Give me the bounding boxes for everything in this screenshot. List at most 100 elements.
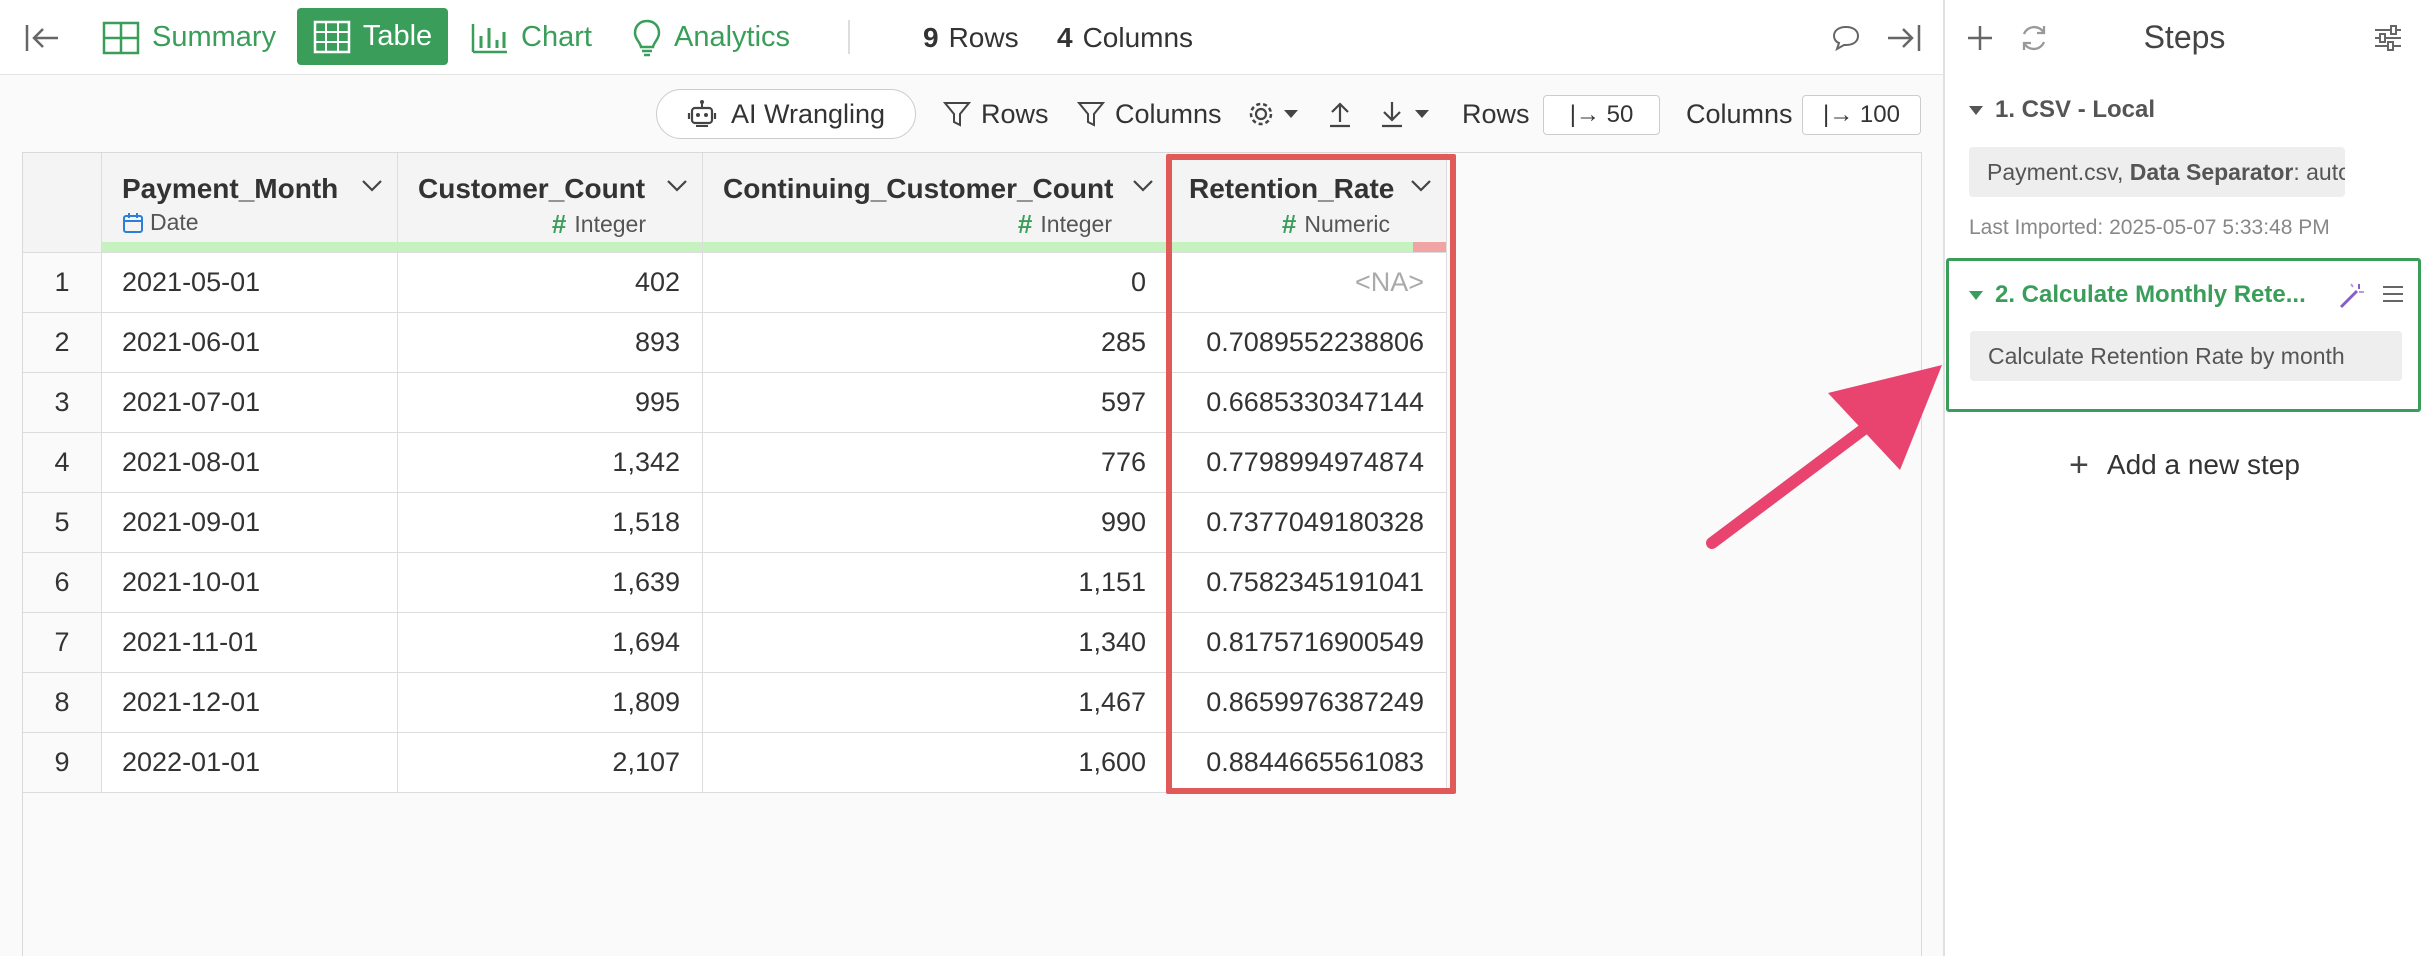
cell-customer-count[interactable]: 995: [398, 373, 703, 433]
chevron-down-icon[interactable]: [361, 179, 383, 193]
cell-continuing-customer-count[interactable]: 1,467: [703, 673, 1169, 733]
tab-analytics[interactable]: Analytics: [632, 0, 790, 75]
step-1-last-imported: Last Imported: 2025-05-07 5:33:48 PM: [1969, 216, 2330, 239]
cell-customer-count[interactable]: 1,809: [398, 673, 703, 733]
cell-payment-month[interactable]: 2021-07-01: [102, 373, 398, 433]
collapse-left-icon[interactable]: [24, 0, 60, 75]
cell-continuing-customer-count[interactable]: 776: [703, 433, 1169, 493]
cell-payment-month[interactable]: 2021-11-01: [102, 613, 398, 673]
cell-payment-month[interactable]: 2021-09-01: [102, 493, 398, 553]
cell-payment-month[interactable]: 2021-05-01: [102, 253, 398, 313]
settings-dropdown[interactable]: [1247, 76, 1309, 152]
ai-wrangling-button[interactable]: AI Wrangling: [656, 89, 916, 139]
cell-continuing-customer-count[interactable]: 990: [703, 493, 1169, 553]
tab-summary[interactable]: Summary: [102, 0, 276, 75]
cell-retention-rate[interactable]: 0.7582345191041: [1169, 553, 1447, 613]
row-index[interactable]: 1: [23, 253, 102, 313]
settings-sliders-icon[interactable]: [2373, 0, 2403, 75]
column-header-payment-month[interactable]: Payment_Month Date: [102, 153, 398, 253]
columns-limit-button[interactable]: |→ 100: [1802, 95, 1921, 135]
row-index[interactable]: 5: [23, 493, 102, 553]
cell-retention-rate[interactable]: 0.8659976387249: [1169, 673, 1447, 733]
cell-customer-count[interactable]: 1,694: [398, 613, 703, 673]
step-2-details[interactable]: Calculate Retention Rate by month: [1970, 331, 2402, 381]
cell-customer-count[interactable]: 1,342: [398, 433, 703, 493]
row-count-label: Rows: [948, 21, 1019, 53]
step-1-header[interactable]: 1. CSV - Local: [1969, 96, 2155, 124]
column-name: Payment_Month: [122, 173, 339, 204]
cell-retention-rate[interactable]: 0.6685330347144: [1169, 373, 1447, 433]
columns-filter-label: Columns: [1115, 98, 1222, 129]
cell-payment-month[interactable]: 2022-01-01: [102, 733, 398, 793]
chevron-down-icon[interactable]: [1410, 179, 1432, 193]
step-1-title: 1. CSV - Local: [1995, 96, 2156, 123]
row-index[interactable]: 3: [23, 373, 102, 433]
collapse-triangle-icon[interactable]: [1969, 105, 1983, 115]
step-2-card[interactable]: 2. Calculate Monthly Rete... Calculate R…: [1946, 258, 2421, 412]
column-quality-bar: [1169, 242, 1446, 252]
row-index[interactable]: 8: [23, 673, 102, 733]
summary-grid-icon: [102, 21, 140, 54]
cell-retention-rate[interactable]: 0.7377049180328: [1169, 493, 1447, 553]
menu-icon[interactable]: [2381, 283, 2405, 305]
numeric-hash-icon: #: [1017, 209, 1033, 239]
column-type: Date: [122, 209, 199, 236]
tab-chart[interactable]: Chart: [471, 0, 592, 75]
cell-continuing-customer-count[interactable]: 1,600: [703, 733, 1169, 793]
row-index[interactable]: 7: [23, 613, 102, 673]
table-icon: [313, 20, 351, 53]
comment-icon[interactable]: [1831, 0, 1861, 75]
column-type-label: Integer: [574, 211, 646, 237]
upload-icon[interactable]: [1328, 76, 1362, 152]
row-index[interactable]: 6: [23, 553, 102, 613]
magic-wand-icon[interactable]: [2337, 281, 2367, 311]
step-1-separator-value: : auto: [2293, 158, 2345, 185]
step-2-title: 2. Calculate Monthly Rete...: [1995, 281, 2306, 308]
cell-payment-month[interactable]: 2021-12-01: [102, 673, 398, 733]
cell-payment-month[interactable]: 2021-08-01: [102, 433, 398, 493]
download-dropdown[interactable]: [1380, 76, 1440, 152]
column-header-continuing-customer-count[interactable]: Continuing_Customer_Count # Integer: [703, 153, 1169, 253]
column-quality-bar: [398, 242, 702, 252]
tab-table[interactable]: Table: [297, 8, 448, 65]
cell-continuing-customer-count[interactable]: 1,151: [703, 553, 1169, 613]
rows-filter-button[interactable]: Rows: [943, 76, 1049, 152]
cell-retention-rate[interactable]: 0.8175716900549: [1169, 613, 1447, 673]
chevron-down-icon[interactable]: [1132, 179, 1154, 193]
caret-down-icon: [1284, 110, 1298, 118]
column-header-customer-count[interactable]: Customer_Count # Integer: [398, 153, 703, 253]
columns-filter-button[interactable]: Columns: [1077, 76, 1222, 152]
cell-continuing-customer-count[interactable]: 0: [703, 253, 1169, 313]
cell-customer-count[interactable]: 402: [398, 253, 703, 313]
rows-limit-button[interactable]: |→ 50: [1543, 95, 1660, 135]
steps-panel: Steps 1. CSV - Local Payment.csv, Data S…: [1943, 0, 2422, 956]
column-type-label: Date: [150, 209, 199, 235]
row-index[interactable]: 2: [23, 313, 102, 373]
cell-continuing-customer-count[interactable]: 1,340: [703, 613, 1169, 673]
cell-customer-count[interactable]: 893: [398, 313, 703, 373]
cell-continuing-customer-count[interactable]: 597: [703, 373, 1169, 433]
add-new-step-button[interactable]: + Add a new step: [1945, 440, 2422, 490]
cell-retention-rate[interactable]: <NA>: [1169, 253, 1447, 313]
cell-customer-count[interactable]: 1,639: [398, 553, 703, 613]
step-2-header[interactable]: 2. Calculate Monthly Rete...: [1969, 281, 2306, 309]
cell-customer-count[interactable]: 1,518: [398, 493, 703, 553]
cell-retention-rate[interactable]: 0.8844665561083: [1169, 733, 1447, 793]
row-count: 9 Rows: [923, 0, 1019, 75]
numeric-hash-icon: #: [1281, 209, 1297, 239]
row-index[interactable]: 4: [23, 433, 102, 493]
cell-payment-month[interactable]: 2021-10-01: [102, 553, 398, 613]
cell-payment-month[interactable]: 2021-06-01: [102, 313, 398, 373]
column-header-retention-rate[interactable]: Retention_Rate # Numeric: [1169, 153, 1447, 253]
collapse-triangle-icon[interactable]: [1969, 290, 1983, 300]
step-1-details[interactable]: Payment.csv, Data Separator: auto: [1969, 147, 2345, 197]
cell-continuing-customer-count[interactable]: 285: [703, 313, 1169, 373]
gear-icon: [1249, 102, 1273, 126]
collapse-right-icon[interactable]: [1886, 0, 1922, 75]
row-index[interactable]: 9: [23, 733, 102, 793]
cell-retention-rate[interactable]: 0.7798994974874: [1169, 433, 1447, 493]
chevron-down-icon[interactable]: [666, 179, 688, 193]
cell-customer-count[interactable]: 2,107: [398, 733, 703, 793]
bar-chart-icon: [471, 23, 507, 53]
cell-retention-rate[interactable]: 0.7089552238806: [1169, 313, 1447, 373]
